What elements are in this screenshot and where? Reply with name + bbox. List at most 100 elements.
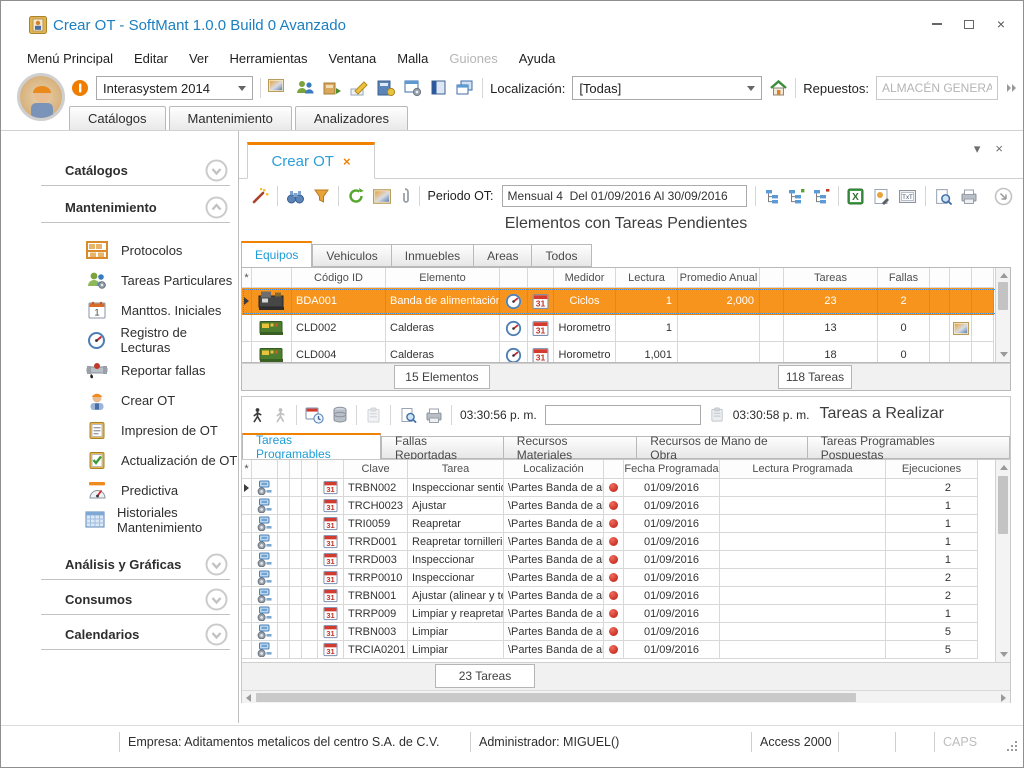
tree-collapse-icon[interactable]	[813, 188, 830, 205]
schedule-icon[interactable]	[305, 406, 324, 424]
document-tab-crear-ot[interactable]: Crear OT ×	[247, 142, 375, 179]
col-elemento[interactable]: Elemento	[386, 268, 500, 288]
tasks-horizontal-scrollbar[interactable]	[242, 690, 1010, 703]
ribbon-tab-mantenimiento[interactable]: Mantenimiento	[169, 106, 292, 130]
task-row[interactable]: TRRD001 Reapretar tornilleria \Partes Ba…	[242, 533, 1010, 551]
gauge-icon[interactable]	[505, 320, 522, 337]
calendar-icon[interactable]	[532, 293, 549, 310]
users-icon[interactable]	[295, 79, 315, 97]
calendar-icon[interactable]	[323, 552, 338, 567]
col-ejecuciones[interactable]: Ejecuciones	[886, 460, 978, 479]
home-icon[interactable]	[769, 79, 788, 97]
localizacion-combobox[interactable]: [Todas]	[572, 76, 762, 100]
sidebar-section-consumos[interactable]: Consumos	[1, 584, 238, 614]
attachment-icon[interactable]	[399, 187, 411, 205]
alert-icon[interactable]	[71, 79, 89, 97]
resize-grip[interactable]	[1005, 739, 1017, 751]
task-row[interactable]: TRBN003 Limpiar \Partes Banda de ali... …	[242, 623, 1010, 641]
tab-tareas-programables[interactable]: Tareas Programables	[242, 433, 381, 459]
window-settings-icon[interactable]	[403, 79, 423, 97]
tab-todos[interactable]: Todos	[531, 244, 591, 267]
tab-vehiculos[interactable]: Vehiculos	[312, 244, 390, 267]
col-promedio[interactable]: Promedio Anual	[678, 268, 760, 288]
paste-icon[interactable]	[709, 407, 725, 423]
filter-icon[interactable]	[313, 188, 330, 205]
col-tarea[interactable]: Tarea	[408, 460, 504, 479]
grid-corner[interactable]: *	[242, 460, 252, 479]
sidebar-item-registro-lecturas[interactable]: Registro de Lecturas	[1, 325, 238, 355]
maximize-button[interactable]	[961, 17, 977, 31]
print-icon[interactable]	[425, 407, 443, 424]
calendar-icon[interactable]	[323, 588, 338, 603]
element-row[interactable]: CLD002 Calderas Horometro 1 13 0	[242, 315, 1010, 342]
calendar-icon[interactable]	[323, 624, 338, 639]
refresh-icon[interactable]	[347, 187, 365, 205]
tab-inmuebles[interactable]: Inmuebles	[391, 244, 473, 267]
calendar-icon[interactable]	[323, 534, 338, 549]
calendar-icon[interactable]	[323, 480, 338, 495]
minimize-button[interactable]	[929, 17, 945, 31]
calendar-icon[interactable]	[323, 642, 338, 657]
sidebar-item-actualizacion-ot[interactable]: Actualización de OT	[1, 445, 238, 475]
collapse-up-icon[interactable]	[205, 196, 228, 219]
calendar-icon[interactable]	[323, 606, 338, 621]
sidebar-item-manttos-iniciales[interactable]: 1 Manttos. Iniciales	[1, 295, 238, 325]
col-medidor[interactable]: Medidor	[554, 268, 616, 288]
magic-wand-icon[interactable]	[251, 187, 269, 205]
print-preview-icon[interactable]	[934, 188, 952, 205]
sidebar-item-historiales[interactable]: Historiales Mantenimiento	[1, 505, 238, 535]
print-icon[interactable]	[960, 188, 978, 205]
switch-window-icon[interactable]	[455, 79, 475, 97]
task-row[interactable]: TRI0059 Reapretar \Partes Banda de ali..…	[242, 515, 1010, 533]
sidebar-item-crear-ot[interactable]: Crear OT	[1, 385, 238, 415]
tab-equipos[interactable]: Equipos	[241, 241, 312, 267]
panel-icon[interactable]	[430, 79, 448, 97]
tab-strip-close-icon[interactable]: ×	[995, 141, 1003, 157]
sidebar-item-predictiva[interactable]: Predictiva	[1, 475, 238, 505]
menu-ayuda[interactable]: Ayuda	[519, 51, 556, 71]
col-fallas[interactable]: Fallas	[878, 268, 930, 288]
calendar-icon[interactable]	[532, 347, 549, 364]
inventory-icon[interactable]	[322, 79, 342, 97]
sidebar-section-catalogos[interactable]: Catálogos	[1, 155, 238, 185]
col-codigo-id[interactable]: Código ID	[292, 268, 386, 288]
expand-down-icon[interactable]	[205, 623, 228, 646]
menu-ventana[interactable]: Ventana	[329, 51, 377, 71]
gauge-icon[interactable]	[505, 347, 522, 364]
calendar-icon[interactable]	[323, 498, 338, 513]
tab-close-icon[interactable]: ×	[343, 154, 351, 169]
task-row[interactable]: TRRP009 Limpiar y reapretar ... \Partes …	[242, 605, 1010, 623]
tree-list-icon[interactable]	[764, 188, 780, 205]
sidebar-item-protocolos[interactable]: Protocolos	[1, 235, 238, 265]
task-row[interactable]: TRBN002 Inspeccionar sentid... \Partes B…	[242, 479, 1010, 497]
binoculars-icon[interactable]	[286, 188, 305, 205]
col-localizacion[interactable]: Localización	[504, 460, 604, 479]
gauge-icon[interactable]	[505, 293, 522, 310]
col-tareas[interactable]: Tareas	[784, 268, 878, 288]
calendar-icon[interactable]	[532, 320, 549, 337]
tasks-search-input[interactable]	[545, 405, 701, 425]
calculator-icon[interactable]	[376, 79, 396, 97]
system-combobox[interactable]: Interasystem 2014	[96, 76, 253, 100]
periodo-field[interactable]	[502, 185, 748, 207]
menu-malla[interactable]: Malla	[397, 51, 428, 71]
tab-fallas-reportadas[interactable]: Fallas Reportadas	[381, 436, 503, 459]
col-lectura[interactable]: Lectura	[616, 268, 678, 288]
ribbon-tab-catalogos[interactable]: Catálogos	[69, 106, 166, 130]
close-button[interactable]: ×	[993, 17, 1009, 31]
calendar-icon[interactable]	[323, 570, 338, 585]
menu-menu-principal[interactable]: Menú Principal	[27, 51, 113, 71]
sidebar-section-analisis[interactable]: Análisis y Gráficas	[1, 549, 238, 579]
tree-expand-icon[interactable]	[788, 188, 805, 205]
expand-down-icon[interactable]	[205, 588, 228, 611]
grid-corner[interactable]: *	[242, 268, 252, 288]
task-row[interactable]: TRCH0023 Ajustar \Partes Banda de ali...…	[242, 497, 1010, 515]
run-icon[interactable]	[250, 407, 265, 424]
expand-down-icon[interactable]	[205, 553, 228, 576]
expand-right-icon[interactable]	[1005, 83, 1017, 93]
tab-list-chevron-icon[interactable]: ▾	[974, 141, 981, 157]
photo-icon[interactable]	[953, 322, 969, 335]
user-avatar[interactable]	[17, 73, 65, 121]
element-row[interactable]: CLD004 Calderas Horometro 1,001 18 0	[242, 342, 1010, 363]
excel-export-icon[interactable]: X	[847, 188, 865, 205]
